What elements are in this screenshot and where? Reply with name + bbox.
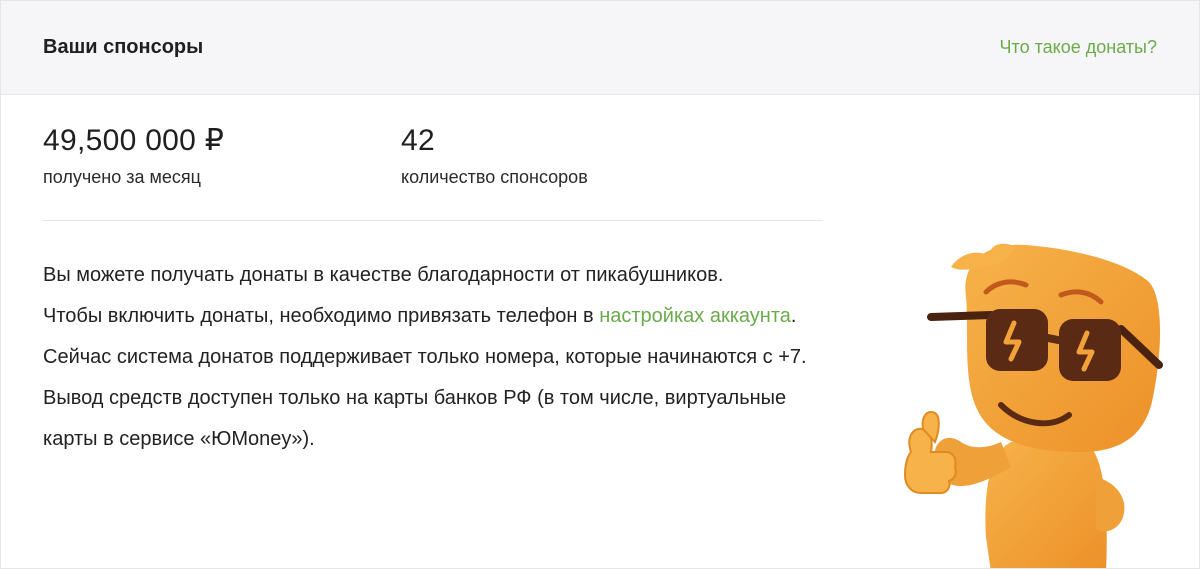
stats-row: 49,500 000 ₽ получено за месяц 42 количе…: [43, 121, 823, 189]
sponsors-count: 42: [401, 124, 435, 157]
card-header: Ваши спонсоры Что такое донаты?: [1, 1, 1199, 95]
account-settings-link[interactable]: настройках аккаунта: [599, 305, 791, 327]
mascot-hand: [1096, 477, 1125, 532]
stat-sponsors: 42 количество спонсоров: [401, 121, 759, 189]
info-paragraph-1: Вы можете получать донаты в качестве бла…: [43, 264, 724, 286]
mascot-illustration: [903, 243, 1163, 568]
sponsors-label: количество спонсоров: [401, 167, 588, 187]
info-paragraph-2-before: Чтобы включить донаты, необходимо привяз…: [43, 305, 600, 327]
info-paragraph-3: Вывод средств доступен только на карты б…: [43, 387, 787, 450]
donations-info: Вы можете получать донаты в качестве бла…: [43, 255, 823, 460]
card-title: Ваши спонсоры: [43, 36, 204, 58]
info-paragraph-2: Чтобы включить донаты, необходимо привяз…: [43, 296, 823, 378]
what-are-donations-link[interactable]: Что такое донаты?: [1000, 37, 1157, 58]
sponsors-card: Ваши спонсоры Что такое донаты? 49,500 0…: [0, 0, 1200, 569]
received-label: получено за месяц: [43, 167, 201, 187]
stat-received: 49,500 000 ₽ получено за месяц: [43, 121, 401, 189]
divider: [43, 220, 823, 221]
received-amount: 49,500 000 ₽: [43, 124, 225, 157]
